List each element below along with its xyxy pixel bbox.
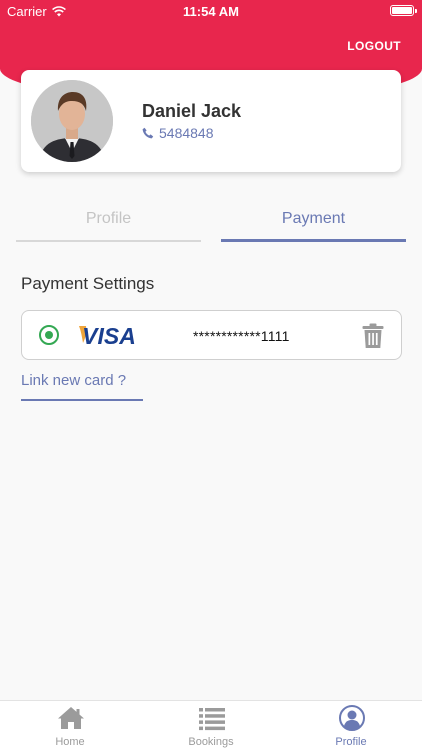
tab-profile[interactable]: Profile	[16, 200, 201, 242]
nav-home-label: Home	[55, 736, 85, 748]
link-new-card-link[interactable]: Link new card ?	[21, 372, 143, 401]
visa-logo: VISA	[79, 323, 136, 347]
tab-payment[interactable]: Payment	[221, 200, 406, 242]
card-number: ************1111	[193, 328, 290, 344]
tab-profile-label: Profile	[85, 210, 132, 227]
battery-icon	[390, 5, 417, 16]
phone-icon	[142, 127, 154, 139]
tab-payment-label: Payment	[281, 210, 346, 227]
nav-home[interactable]: Home	[10, 701, 130, 750]
avatar-image	[31, 80, 113, 162]
status-bar: Carrier 11:54 AM	[0, 0, 422, 22]
home-icon	[58, 707, 84, 729]
user-icon	[339, 705, 365, 731]
avatar	[31, 80, 113, 162]
nav-bookings-label: Bookings	[188, 736, 234, 748]
payment-card-row[interactable]: VISA ************1111	[21, 310, 402, 360]
nav-profile[interactable]: Profile	[291, 701, 411, 750]
logout-button[interactable]: LOGOUT	[347, 39, 401, 53]
svg-text:VISA: VISA	[82, 323, 136, 347]
clock: 11:54 AM	[183, 4, 239, 19]
phone-number: 5484848	[159, 125, 214, 141]
nav-profile-label: Profile	[335, 736, 367, 748]
user-name: Daniel Jack	[142, 101, 242, 121]
payment-settings-title: Payment Settings	[21, 274, 155, 293]
trash-icon[interactable]	[362, 323, 384, 349]
profile-card: Daniel Jack 5484848	[21, 70, 401, 172]
card-selected-radio[interactable]	[39, 325, 59, 345]
list-icon	[199, 708, 225, 731]
user-phone: 5484848	[142, 125, 214, 141]
nav-bookings[interactable]: Bookings	[151, 701, 271, 750]
bottom-nav: Home Bookings Profile	[0, 700, 422, 750]
